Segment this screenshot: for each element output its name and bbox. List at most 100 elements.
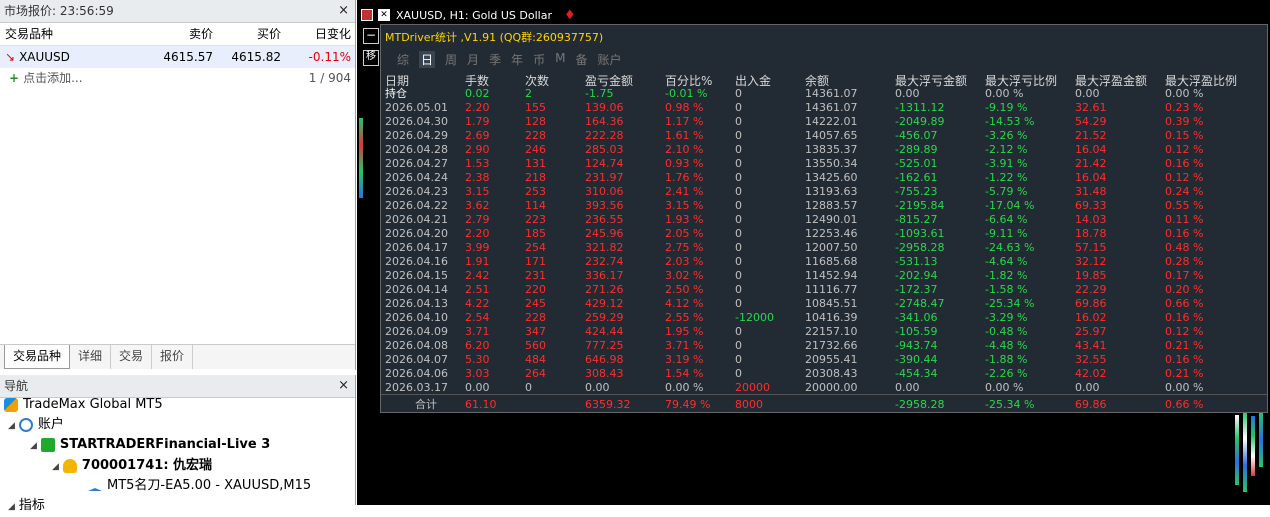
cell-max-fp: 31.48 [1075, 185, 1107, 198]
cell-max-fp-pct: 0.15 % [1165, 129, 1204, 142]
tab-period-6[interactable]: 币 [533, 51, 545, 68]
cell-profit: 646.98 [585, 353, 624, 366]
cell-max-fp: 16.02 [1075, 311, 1107, 324]
tab-period-0[interactable]: 综 [397, 51, 409, 68]
cell-max-fp: 14.03 [1075, 213, 1107, 226]
cell-max-dd-pct: -3.26 % [985, 129, 1028, 142]
tab-period-1[interactable]: 日 [419, 51, 436, 68]
cell-percent: 1.93 % [665, 213, 704, 226]
total-max-dd-pct: -25.34 % [985, 398, 1035, 411]
collapse-icon[interactable]: ◢ [30, 441, 37, 451]
tab-period-3[interactable]: 月 [467, 51, 479, 68]
collapse-icon[interactable]: ◢ [8, 421, 15, 431]
cell-date: 2026.04.20 [385, 227, 448, 240]
expert-advisor-icon [88, 480, 102, 491]
table-row: 2026.04.14 2.51 220 271.26 2.50 % 0 11116.77 -1… [385, 283, 1265, 297]
nav-server[interactable]: ◢ STARTRADERFinancial-Live 3 [30, 435, 270, 455]
cell-max-dd: -815.27 [895, 213, 938, 226]
cell-trades: 220 [525, 283, 546, 296]
cell-lots: 2.51 [465, 283, 490, 296]
cell-profit: 164.36 [585, 115, 624, 128]
cell-percent: 1.54 % [665, 367, 704, 380]
tab-period-7[interactable]: M [555, 51, 565, 68]
cell-trades: 185 [525, 227, 546, 240]
close-chart-icon[interactable]: ✕ [378, 9, 390, 21]
cell-profit: 308.43 [585, 367, 624, 380]
tab-period-2[interactable]: 周 [445, 51, 457, 68]
tab-details[interactable]: 详细 [70, 345, 112, 369]
collapse-icon[interactable]: ◢ [8, 502, 15, 512]
cell-balance: 14361.07 [805, 87, 858, 100]
tab-symbols[interactable]: 交易品种 [4, 345, 71, 369]
cell-max-dd: -390.44 [895, 353, 938, 366]
cell-max-dd-pct: -6.64 % [985, 213, 1028, 226]
cell-lots: 3.71 [465, 325, 490, 338]
cell-percent: 4.12 % [665, 297, 704, 310]
column-symbol[interactable]: 交易品种 [0, 23, 133, 45]
cell-max-fp: 22.29 [1075, 283, 1107, 296]
total-percent: 79.49 % [665, 398, 711, 411]
cell-max-dd: -943.74 [895, 339, 938, 352]
tab-period-8[interactable]: 备 [575, 51, 587, 68]
cell-deposit: 0 [735, 353, 742, 366]
cell-max-dd: -202.94 [895, 269, 938, 282]
collapse-icon[interactable]: ◢ [52, 462, 59, 472]
cell-trades: 231 [525, 269, 546, 282]
close-icon[interactable]: × [338, 0, 349, 22]
statistics-panel: MTDriver统计 ,V1.91 (QQ群:260937757) 综日周月季年… [380, 24, 1268, 413]
column-bid[interactable]: 卖价 [133, 23, 213, 45]
cell-date: 2026.04.10 [385, 311, 448, 324]
cell-lots: 1.91 [465, 255, 490, 268]
cell-max-fp: 0.00 [1075, 87, 1100, 100]
cell-profit: 285.03 [585, 143, 624, 156]
cell-deposit: 0 [735, 143, 742, 156]
cell-balance: 14361.07 [805, 101, 858, 114]
person-icon [62, 458, 77, 473]
cell-lots: 2.54 [465, 311, 490, 324]
symbol-row[interactable]: ↘ XAUUSD 4615.57 4615.82 -0.11% [0, 46, 355, 68]
cell-profit: 777.25 [585, 339, 624, 352]
symbol-name: XAUUSD [19, 50, 70, 64]
tab-period-4[interactable]: 季 [489, 51, 501, 68]
cell-deposit: 0 [735, 199, 742, 212]
minimize-panel-button[interactable]: − [363, 28, 379, 44]
cell-balance: 20308.43 [805, 367, 858, 380]
arrow-down-icon: ↘ [5, 50, 16, 64]
nav-broker[interactable]: TradeMax Global MT5 [4, 395, 163, 415]
cell-max-fp-pct: 0.55 % [1165, 199, 1204, 212]
cell-date: 2026.05.01 [385, 101, 448, 114]
tab-period-9[interactable]: 账户 [597, 51, 621, 68]
cell-lots: 2.20 [465, 101, 490, 114]
nav-account[interactable]: ◢ 700001741: 仇宏瑞 [52, 456, 212, 476]
table-row: 2026.04.27 1.53 131 124.74 0.93 % 0 13550.34 -5… [385, 157, 1265, 171]
nav-ea[interactable]: MT5名刀-EA5.00 - XAUUSD,M15 [88, 476, 311, 496]
divider [381, 394, 1267, 395]
nav-indicators[interactable]: ◢ 指标 [8, 496, 45, 516]
close-icon[interactable]: × [338, 375, 349, 397]
cell-balance: 14222.01 [805, 115, 858, 128]
cell-trades: 128 [525, 115, 546, 128]
cell-max-dd: -2748.47 [895, 297, 945, 310]
tab-ticks[interactable]: 报价 [152, 345, 194, 369]
cell-percent: 2.75 % [665, 241, 704, 254]
market-watch-header: 交易品种 卖价 买价 日变化 [0, 23, 355, 46]
cell-deposit: 0 [735, 101, 742, 114]
tab-period-5[interactable]: 年 [511, 51, 523, 68]
cell-balance: 10416.39 [805, 311, 858, 324]
cell-balance: 20000.00 [805, 381, 858, 394]
cell-max-dd: -162.61 [895, 171, 938, 184]
add-symbol-row[interactable]: + 点击添加... 1 / 904 [0, 68, 355, 88]
nav-accounts[interactable]: ◢ 账户 [8, 415, 64, 435]
move-panel-button[interactable]: 移 [363, 50, 379, 66]
cell-max-dd: -172.37 [895, 283, 938, 296]
cell-percent: 0.93 % [665, 157, 704, 170]
cell-max-dd: -456.07 [895, 129, 938, 142]
cell-max-dd-pct: -24.63 % [985, 241, 1035, 254]
column-change[interactable]: 日变化 [281, 23, 355, 45]
cell-percent: 2.03 % [665, 255, 704, 268]
accounts-label: 账户 [37, 417, 64, 432]
cell-percent: 3.19 % [665, 353, 704, 366]
add-symbol-label: 点击添加... [23, 71, 83, 85]
column-ask[interactable]: 买价 [213, 23, 281, 45]
tab-trading[interactable]: 交易 [111, 345, 153, 369]
